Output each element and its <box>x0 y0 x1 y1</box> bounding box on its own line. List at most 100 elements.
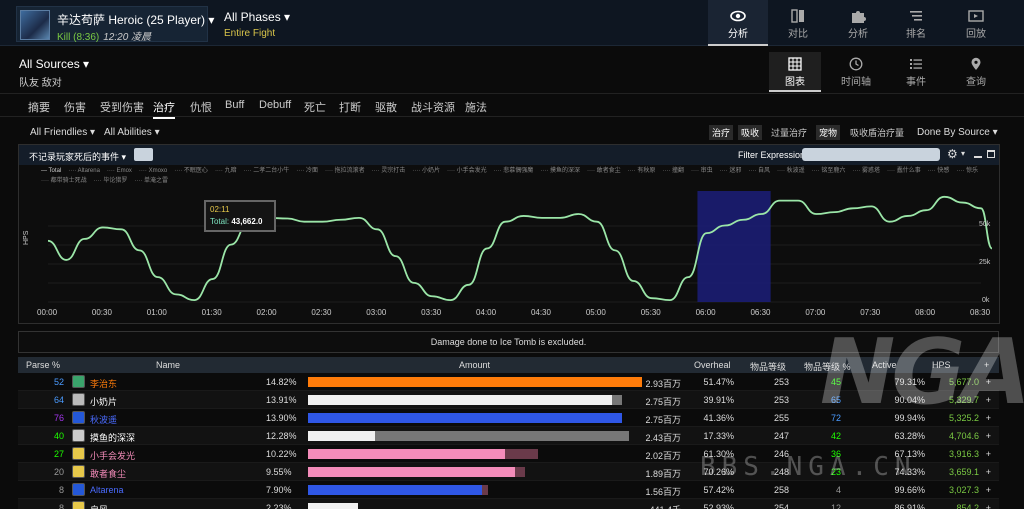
tab-casts[interactable]: 施法 <box>465 99 487 115</box>
table-row[interactable]: 8 自风 2.23% 441.4千 52.93% 254 12 86.91% 854.2 + <box>18 499 999 509</box>
active-percent: 67.13% <box>894 449 925 459</box>
col-parse[interactable]: Parse % <box>26 360 60 370</box>
amount-bar <box>308 431 375 441</box>
amount-bar <box>308 503 359 509</box>
col-plus[interactable]: + <box>984 360 989 370</box>
expand-row-button[interactable]: + <box>986 503 991 509</box>
item-level-percent: 65 <box>830 395 841 405</box>
player-name[interactable]: 摸鱼的深深 <box>90 431 135 444</box>
tab-damage-taken[interactable]: 受到伤害 <box>100 99 144 115</box>
player-name[interactable]: 敢者食尘 <box>90 467 126 480</box>
nav-rankings[interactable]: 排名 <box>886 0 946 46</box>
nav-compare[interactable]: 对比 <box>768 0 828 46</box>
table-header: Parse % Name Amount Overheal 物品等级 物品等级 %… <box>18 357 999 373</box>
tab-debuffs[interactable]: Debuff <box>259 99 291 111</box>
col-name[interactable]: Name <box>156 360 180 370</box>
overheal-bar <box>505 449 539 459</box>
player-name[interactable]: 李治东 <box>90 377 117 390</box>
option-absorb[interactable]: 吸收 <box>738 125 763 140</box>
table-row[interactable]: 8 Altarena 7.90% 1.56百万 57.42% 258 4 99.66% 3,02… <box>18 481 999 499</box>
tab-summary[interactable]: 摘要 <box>28 99 50 115</box>
amount-bar <box>308 395 612 405</box>
phase-selector[interactable]: All Phases ▾ <box>224 10 290 24</box>
item-level-percent: 12 <box>830 503 841 509</box>
x-tick: 03:30 <box>421 308 442 317</box>
hostility-filter[interactable]: 队友 敌对 <box>19 74 62 89</box>
player-name[interactable]: Altarena <box>90 485 124 495</box>
table-row[interactable]: 20 敢者食尘 9.55% 1.89百万 70.26% 248 23 74.33% 3,659.… <box>18 463 999 481</box>
view-charts[interactable]: 图表 <box>769 52 821 92</box>
player-name[interactable]: 秋波遥 <box>90 413 117 426</box>
table-row[interactable]: 52 李治东 14.82% 2.93百万 51.47% 253 45 79.31% 5,677.… <box>18 373 999 391</box>
parse-percent: 76 <box>53 413 64 423</box>
boss-selector[interactable]: 辛达苟萨 Heroic (25 Player) ▾ Kill (8:36) 12:… <box>16 6 214 43</box>
tab-interrupts[interactable]: 打断 <box>339 99 361 115</box>
expand-row-button[interactable]: + <box>986 449 991 459</box>
x-tick: 08:00 <box>915 308 936 317</box>
option-pets[interactable]: 宠物 <box>816 125 841 140</box>
col-overheal[interactable]: Overheal <box>694 360 731 370</box>
tab-resources[interactable]: 战斗资源 <box>411 99 455 115</box>
expand-row-button[interactable]: + <box>986 377 991 387</box>
col-active[interactable]: Active <box>872 360 897 370</box>
col-amount[interactable]: Amount <box>459 360 490 370</box>
chevron-down-icon: ▾ <box>992 127 998 138</box>
amount-value: 2.02百万 <box>645 451 681 461</box>
player-name[interactable]: 小手会发光 <box>90 449 135 462</box>
view-events[interactable]: 事件 <box>890 52 942 92</box>
expand-row-button[interactable]: + <box>986 413 991 423</box>
player-name[interactable]: 自风 <box>90 503 108 509</box>
table-row[interactable]: 76 秋波遥 13.90% 2.75百万 41.36% 255 72 99.94% 5,325.… <box>18 409 999 427</box>
nav-analyze[interactable]: 分析 <box>708 0 768 46</box>
col-hps[interactable]: HPS <box>932 360 951 370</box>
col-ilvl[interactable]: 物品等级 <box>750 360 786 373</box>
parse-percent: 64 <box>53 395 64 405</box>
tab-threat[interactable]: 仇恨 <box>190 99 212 115</box>
tab-dispels[interactable]: 驱散 <box>375 99 397 115</box>
overheal-value: 70.26% <box>703 467 734 477</box>
series-line-total[interactable] <box>47 195 993 301</box>
player-name[interactable]: 小奶片 <box>90 395 117 408</box>
table-row[interactable]: 64 小奶片 13.91% 2.75百万 39.91% 253 65 90.04% 5,329.… <box>18 391 999 409</box>
col-ilvl-pct[interactable]: 物品等级 % <box>804 360 851 373</box>
line-chart[interactable] <box>19 145 999 323</box>
option-healing[interactable]: 治疗 <box>709 125 734 140</box>
chevron-down-icon: ▾ <box>284 10 291 24</box>
overheal-bar <box>374 431 629 441</box>
nav-replay[interactable]: 回放 <box>946 0 1006 46</box>
table-row[interactable]: 40 摸鱼的深深 12.28% 2.43百万 17.33% 247 42 63.28% 4,70… <box>18 427 999 445</box>
option-overheal[interactable]: 过量治疗 <box>768 125 810 140</box>
overheal-value: 57.42% <box>703 485 734 495</box>
option-absorb-shield[interactable]: 吸收盾治疗量 <box>847 125 907 140</box>
source-selector[interactable]: All Sources ▾ <box>19 57 89 71</box>
x-tick: 04:30 <box>530 308 551 317</box>
active-percent: 63.28% <box>894 431 925 441</box>
table-row[interactable]: 27 小手会发光 10.22% 2.02百万 61.30% 246 36 67.13% 3,91… <box>18 445 999 463</box>
top-bar: 辛达苟萨 Heroic (25 Player) ▾ Kill (8:36) 12:… <box>0 0 1024 46</box>
tab-deaths[interactable]: 死亡 <box>304 99 326 115</box>
hps-value: 3,659.1 <box>948 467 979 477</box>
overheal-bar <box>611 395 622 405</box>
expand-row-button[interactable]: + <box>986 395 991 405</box>
expand-row-button[interactable]: + <box>986 431 991 441</box>
tab-damage[interactable]: 伤害 <box>64 99 86 115</box>
chevron-down-icon: ▾ <box>208 13 215 27</box>
active-percent: 79.31% <box>894 377 925 387</box>
item-level-percent: 36 <box>830 449 841 459</box>
done-by-selector[interactable]: Done By Source ▾ <box>917 127 998 138</box>
tab-buffs[interactable]: Buff <box>225 99 244 111</box>
tab-healing[interactable]: 治疗 <box>153 99 175 119</box>
selection-highlight[interactable] <box>697 191 771 302</box>
amount-bar <box>308 413 622 423</box>
expand-row-button[interactable]: + <box>986 467 991 477</box>
friendlies-filter[interactable]: All Friendlies ▾ <box>30 127 95 138</box>
expand-row-button[interactable]: + <box>986 485 991 495</box>
view-timeline[interactable]: 时间轴 <box>830 52 882 92</box>
item-level-percent: 72 <box>830 413 841 423</box>
abilities-filter[interactable]: All Abilities ▾ <box>104 127 160 138</box>
spec-icon <box>72 393 85 406</box>
nav-insights[interactable]: 分析 <box>828 0 888 46</box>
spec-icon <box>72 501 85 509</box>
view-query[interactable]: 查询 <box>950 52 1002 92</box>
amount-bar <box>308 449 506 459</box>
